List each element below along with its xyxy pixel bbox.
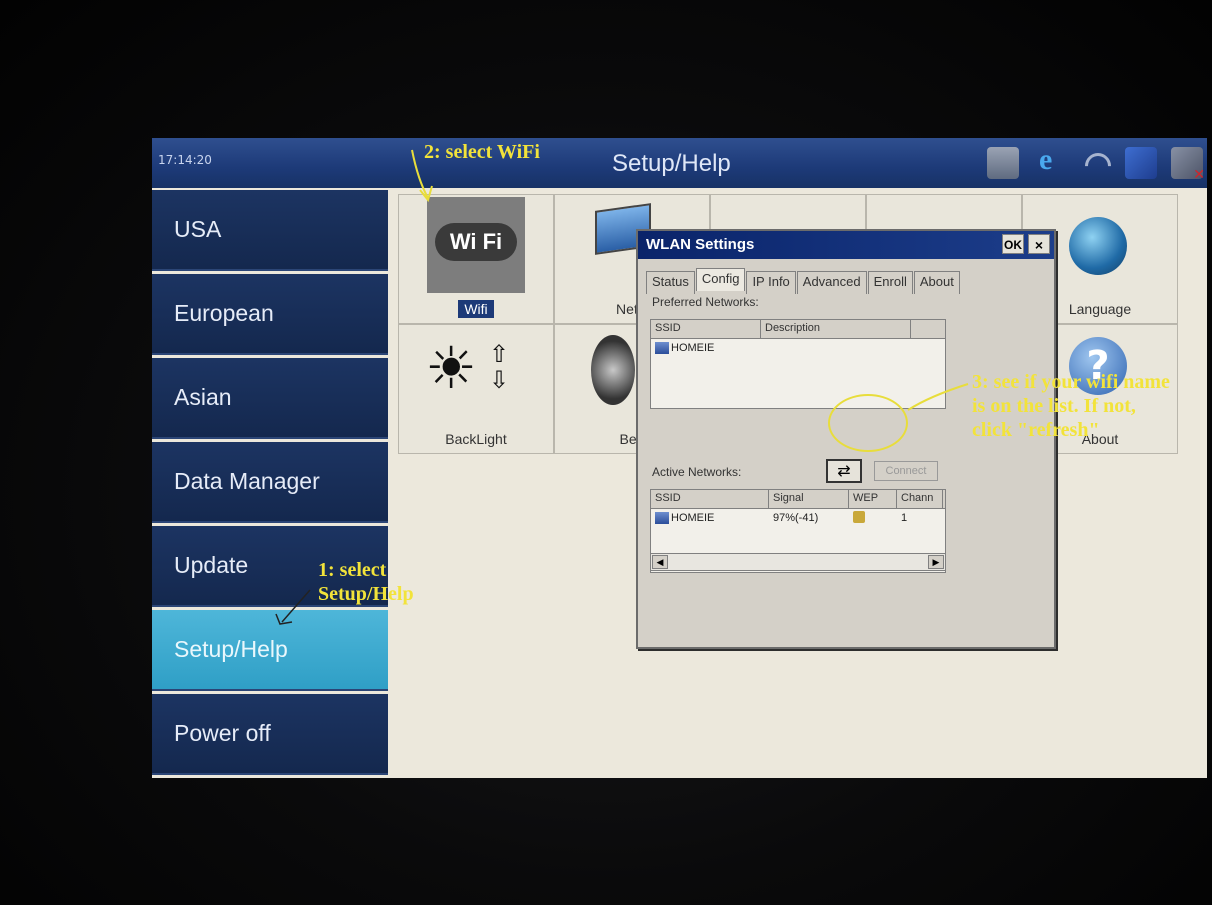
column-header-ssid[interactable]: SSID [651, 320, 761, 338]
tile-backlight-label: BackLight [445, 431, 507, 447]
menu-item-label: European [174, 300, 274, 326]
close-button[interactable]: × [1028, 234, 1050, 254]
column-header-signal[interactable]: Signal [769, 490, 849, 508]
folder-icon[interactable] [987, 147, 1019, 179]
system-tray [987, 143, 1205, 183]
ok-button[interactable]: OK [1002, 234, 1024, 254]
dialog-title: WLAN Settings [646, 236, 755, 253]
page-title: Setup/Help [612, 150, 731, 177]
list-header: SSID Description [651, 320, 945, 339]
tab-about[interactable]: About [913, 271, 960, 294]
brightness-icon: ☀ [425, 334, 477, 402]
tab-ip-info[interactable]: IP Info [746, 271, 796, 294]
main-menu: USA European Asian Data Manager Update S… [152, 190, 388, 778]
tab-advanced[interactable]: Advanced [796, 271, 867, 294]
tab-config[interactable]: Config [695, 268, 746, 291]
scroll-right-arrow-icon[interactable]: ▶ [928, 555, 944, 569]
channel-value: 1 [901, 512, 908, 524]
device-screen: 17:14:20 Setup/Help USA European Asian D… [152, 138, 1207, 778]
clock: 17:14:20 [158, 153, 212, 167]
menu-item-asian[interactable]: Asian [152, 358, 388, 439]
menu-item-label: Data Manager [174, 468, 320, 494]
connect-button[interactable]: Connect [874, 461, 938, 481]
menu-item-power-off[interactable]: Power off [152, 694, 388, 775]
usb-disconnected-icon[interactable] [1171, 147, 1205, 183]
scroll-left-arrow-icon[interactable]: ◀ [652, 555, 668, 569]
menu-item-label: USA [174, 216, 222, 242]
globe-icon [1069, 217, 1127, 275]
wifi-logo-icon: Wi Fi [435, 223, 517, 261]
refresh-icon: ⇄ [837, 461, 851, 480]
list-item[interactable]: HOMEIE [651, 339, 945, 357]
preferred-networks-list[interactable]: SSID Description HOMEIE [650, 319, 946, 409]
signal-value: 97%(-41) [773, 512, 819, 524]
wifi-signal-icon[interactable] [1079, 147, 1111, 179]
menu-item-european[interactable]: European [152, 274, 388, 355]
internet-explorer-icon[interactable] [1033, 143, 1065, 179]
active-networks-label: Active Networks: [652, 465, 742, 479]
network-icon[interactable] [1125, 147, 1157, 179]
dialog-titlebar: WLAN Settings OK × [638, 231, 1054, 259]
annotation-circle [828, 394, 908, 452]
list-item[interactable]: HOMEIE 97%(-41) 1 [651, 509, 945, 527]
preferred-networks-label: Preferred Networks: [652, 295, 759, 309]
list-header: SSID Signal WEP Chann [651, 490, 945, 509]
network-adapter-icon [655, 512, 669, 525]
speaker-icon [591, 335, 635, 405]
menu-item-label: Asian [174, 384, 232, 410]
menu-item-label: Setup/Help [174, 636, 288, 662]
tile-wifi-label: Wifi [458, 300, 494, 318]
status-bar: 17:14:20 Setup/Help [152, 138, 1207, 188]
tile-backlight[interactable]: ☀ ⇧ ⇩ BackLight [398, 324, 554, 454]
column-header-wep[interactable]: WEP [849, 490, 897, 508]
annotation-step-2: 2: select WiFi [424, 141, 540, 163]
tile-wifi[interactable]: Wi Fi Wifi [398, 194, 554, 324]
ssid-value: HOMEIE [671, 511, 715, 524]
menu-item-label: Update [174, 552, 249, 578]
up-down-arrows-icon: ⇧ ⇩ [489, 340, 510, 395]
horizontal-scrollbar[interactable]: ◀ ▶ [650, 553, 946, 571]
ssid-value: HOMEIE [671, 341, 715, 354]
column-header-ssid[interactable]: SSID [651, 490, 769, 508]
tab-status[interactable]: Status [646, 271, 695, 294]
menu-item-label: Power off [174, 720, 271, 746]
menu-item-setup-help[interactable]: Setup/Help [152, 610, 388, 691]
lock-icon [853, 510, 865, 523]
annotation-step-1: 1: select Setup/Help [318, 559, 414, 605]
column-header-channel[interactable]: Chann [897, 490, 943, 508]
menu-item-usa[interactable]: USA [152, 190, 388, 271]
network-adapter-icon [655, 342, 669, 355]
menu-item-data-manager[interactable]: Data Manager [152, 442, 388, 523]
annotation-step-3: 3: see if your wifi name is on the list.… [972, 371, 1170, 441]
refresh-button[interactable]: ⇄ [826, 459, 862, 483]
tab-enroll[interactable]: Enroll [867, 271, 913, 294]
dialog-tabs: Status Config IP Info Advanced Enroll Ab… [646, 268, 961, 294]
column-header-description[interactable]: Description [761, 320, 911, 338]
